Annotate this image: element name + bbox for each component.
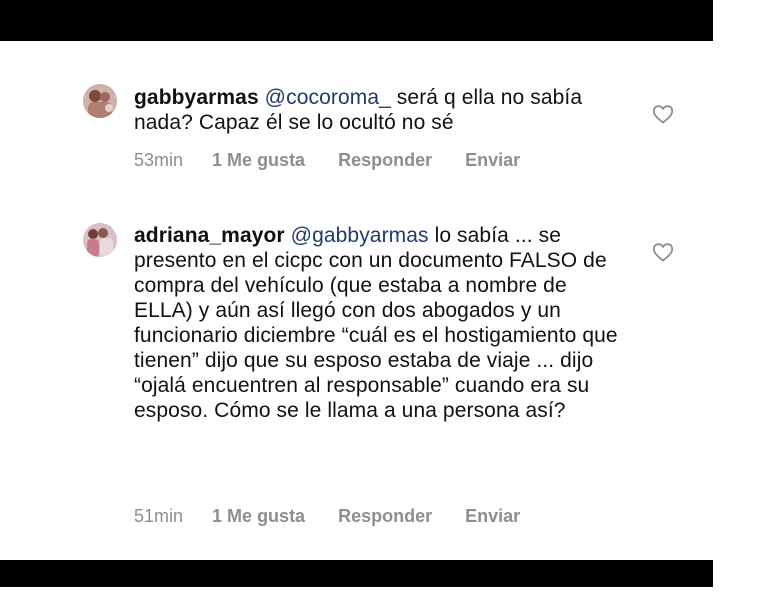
- comment-meta: 53min 1 Me gusta Responder Enviar: [134, 149, 520, 171]
- comments-panel: gabbyarmas @cocoroma_ será q ella no sab…: [0, 41, 711, 560]
- avatar[interactable]: [83, 84, 117, 118]
- send-button[interactable]: Enviar: [465, 149, 520, 171]
- right-margin: [713, 0, 768, 614]
- comment-username[interactable]: adriana_mayor: [134, 224, 285, 247]
- comment-mention[interactable]: @cocoroma_: [265, 86, 391, 109]
- comment-time: 53min: [134, 150, 184, 170]
- comment-likes[interactable]: 1 Me gusta: [212, 505, 305, 527]
- like-heart-icon[interactable]: [651, 240, 675, 264]
- comment-text: gabbyarmas @cocoroma_ será q ella no sab…: [134, 85, 624, 135]
- reply-button[interactable]: Responder: [338, 149, 432, 171]
- bottom-frame-bar: [0, 560, 713, 587]
- send-button[interactable]: Enviar: [465, 505, 520, 527]
- top-frame-bar: [0, 0, 713, 41]
- comment-text: adriana_mayor @gabbyarmas lo sabía ... s…: [134, 223, 624, 423]
- comment-mention[interactable]: @gabbyarmas: [291, 224, 429, 247]
- like-heart-icon[interactable]: [651, 102, 675, 126]
- comment-meta: 51min 1 Me gusta Responder Enviar: [134, 505, 520, 527]
- comment-body: lo sabía ... se presento en el cicpc con…: [134, 224, 618, 422]
- comment-likes[interactable]: 1 Me gusta: [212, 149, 305, 171]
- comment-username[interactable]: gabbyarmas: [134, 86, 259, 109]
- comment-time: 51min: [134, 506, 184, 526]
- reply-button[interactable]: Responder: [338, 505, 432, 527]
- avatar[interactable]: [83, 223, 117, 257]
